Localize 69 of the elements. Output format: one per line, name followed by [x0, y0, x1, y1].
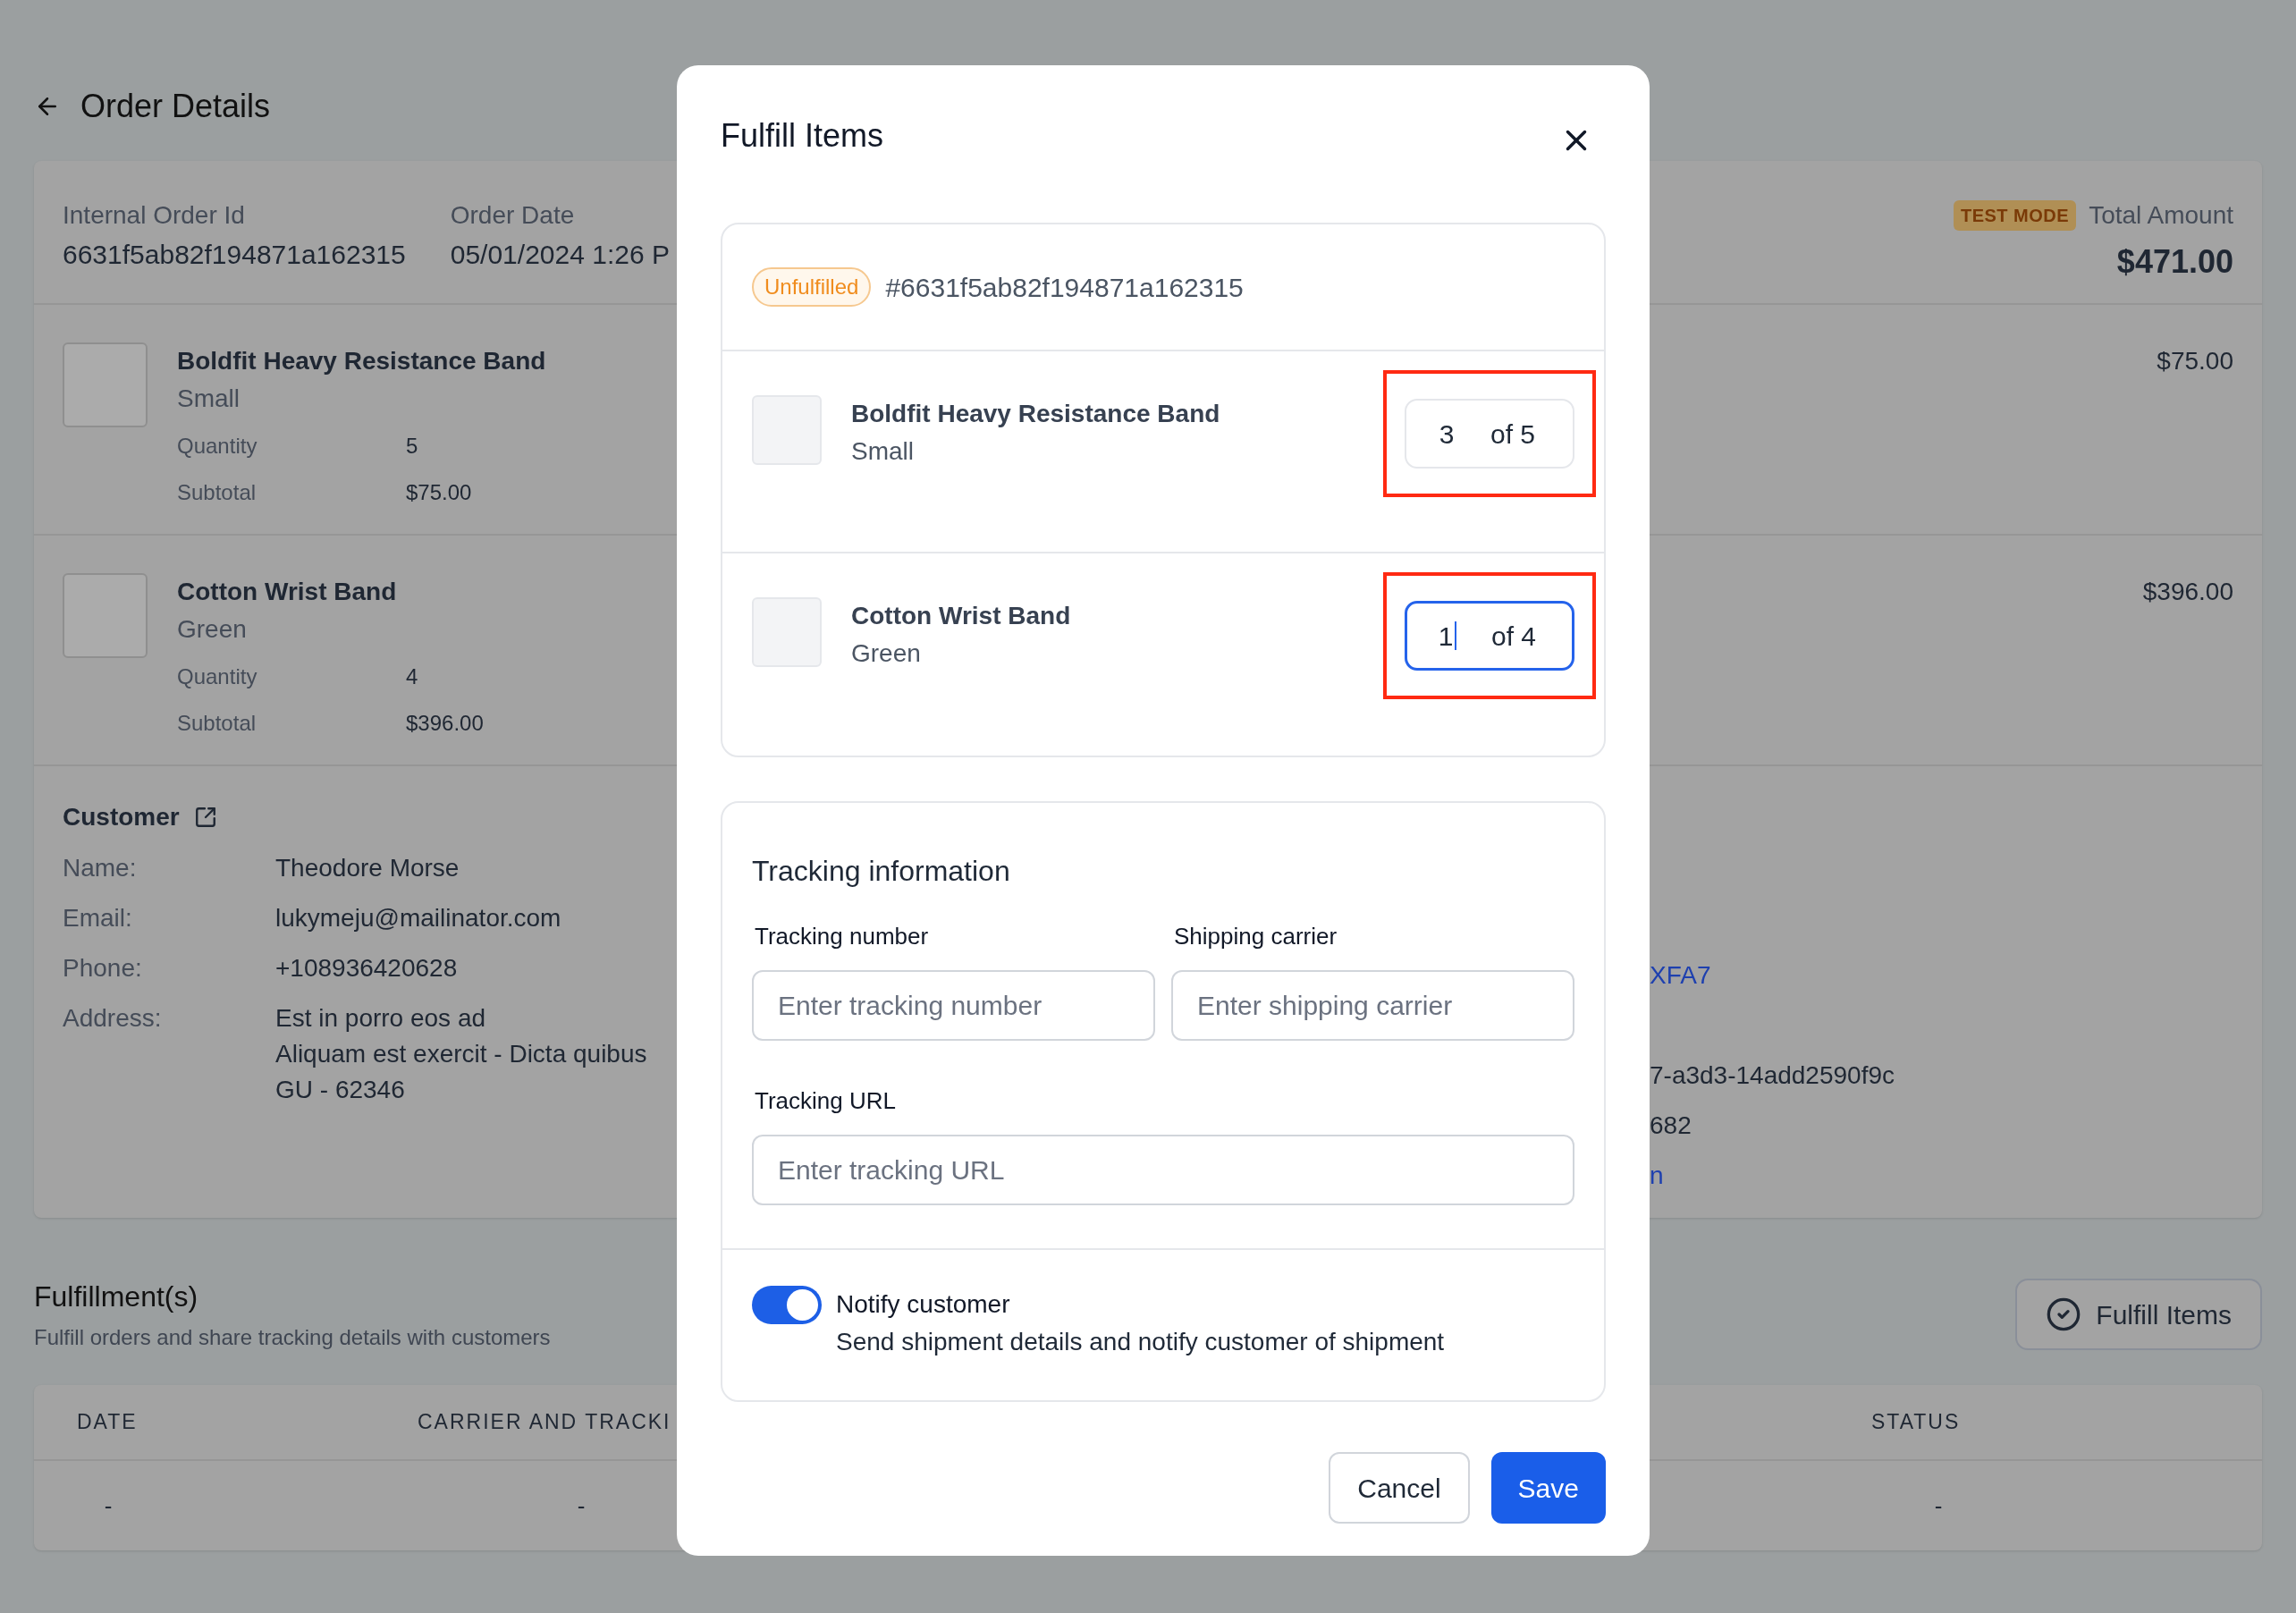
external-link-icon[interactable] [193, 806, 217, 829]
text-input[interactable]: Enter tracking URL [752, 1135, 1574, 1205]
detail-value: 5 [406, 433, 419, 460]
column-header: CARRIER AND TRACKI [418, 1410, 671, 1434]
customer-heading: Customer [63, 802, 180, 832]
save-button[interactable]: Save [1490, 1452, 1606, 1524]
customer-value: lukymeju@mailinator.com [275, 903, 561, 933]
detail-label: Subtotal [177, 710, 257, 737]
toggle-label: Notify customer [836, 1289, 1011, 1320]
customer-label: Phone: [63, 953, 143, 984]
product-name: Boldfit Heavy Resistance Band [177, 346, 546, 376]
status-badge: Unfulfilled [752, 267, 872, 307]
product-name: Cotton Wrist Band [851, 601, 1071, 631]
section-title: Fulfillment(s) [34, 1279, 199, 1314]
customer-label: Address: [63, 1003, 163, 1034]
table-cell-text: - [1934, 1491, 1943, 1521]
text-input[interactable]: Enter tracking number [752, 970, 1155, 1041]
item-price: $75.00 [2157, 346, 2233, 376]
fulfill-items-button[interactable]: Fulfill Items [2015, 1279, 2262, 1350]
cancel-button[interactable]: Cancel [1329, 1452, 1470, 1524]
customer-value: +108936420628 [275, 953, 458, 984]
product-variant: Green [851, 638, 922, 669]
column-header: STATUS [1871, 1410, 1961, 1434]
detail-value: 682 [1650, 1111, 1692, 1141]
total-amount: $471.00 [2116, 242, 2233, 282]
dialog-title: Fulfill Items [721, 116, 884, 156]
tracking-heading: Tracking information [752, 855, 1010, 887]
field-value: 05/01/2024 1:26 P [450, 239, 670, 271]
detail-value: 4 [406, 663, 419, 690]
detail-value: 7-a3d3-14add2590f9c [1650, 1060, 1895, 1091]
product-name: Cotton Wrist Band [177, 577, 398, 607]
order-number: #6631f5ab82f194871a162315 [885, 271, 1244, 304]
product-name: Boldfit Heavy Resistance Band [851, 399, 1220, 429]
detail-link[interactable]: XFA7 [1650, 959, 1711, 992]
item-price: $396.00 [2142, 577, 2233, 607]
field-label: Tracking URL [755, 1086, 896, 1116]
detail-value: $396.00 [406, 710, 484, 737]
customer-value: Est in porro eos ad [275, 1003, 486, 1034]
quantity-input[interactable]: 3 of 5 [1405, 399, 1574, 469]
page-title: Order Details [80, 87, 271, 126]
field-value: 6631f5ab82f194871a162315 [63, 239, 406, 271]
customer-value: Theodore Morse [275, 853, 460, 883]
quantity-input[interactable]: 1 of 4 [1405, 601, 1574, 671]
field-label: Order Date [450, 200, 576, 231]
customer-value: GU - 62346 [275, 1075, 405, 1105]
detail-label: Quantity [177, 663, 258, 690]
customer-value: Aliquam est exercit - Dicta quibus [275, 1039, 647, 1069]
detail-value: $75.00 [406, 479, 473, 506]
field-label: Tracking number [755, 922, 929, 951]
check-circle-icon [2046, 1296, 2082, 1332]
product-variant: Small [851, 436, 915, 467]
customer-label: Email: [63, 903, 133, 933]
product-variant: Small [177, 384, 241, 414]
detail-label: Quantity [177, 433, 258, 460]
toggle-description: Send shipment details and notify customer of shipment [836, 1327, 1445, 1357]
notify-toggle[interactable] [752, 1286, 822, 1324]
table-cell-text: - [577, 1491, 586, 1521]
total-label: Total Amount [2089, 200, 2233, 231]
field-label: Shipping carrier [1174, 922, 1338, 951]
detail-label: Subtotal [177, 479, 257, 506]
text-input[interactable]: Enter shipping carrier [1171, 970, 1574, 1041]
customer-label: Name: [63, 853, 138, 883]
product-variant: Green [177, 614, 248, 645]
field-label: Internal Order Id [63, 200, 246, 231]
table-cell-text: - [104, 1491, 113, 1521]
section-subtitle: Fulfill orders and share tracking details with customers [34, 1324, 551, 1351]
test-mode-badge: TEST MODE [1953, 200, 2077, 231]
detail-link[interactable]: n [1650, 1160, 1664, 1192]
column-header: DATE [77, 1410, 138, 1434]
